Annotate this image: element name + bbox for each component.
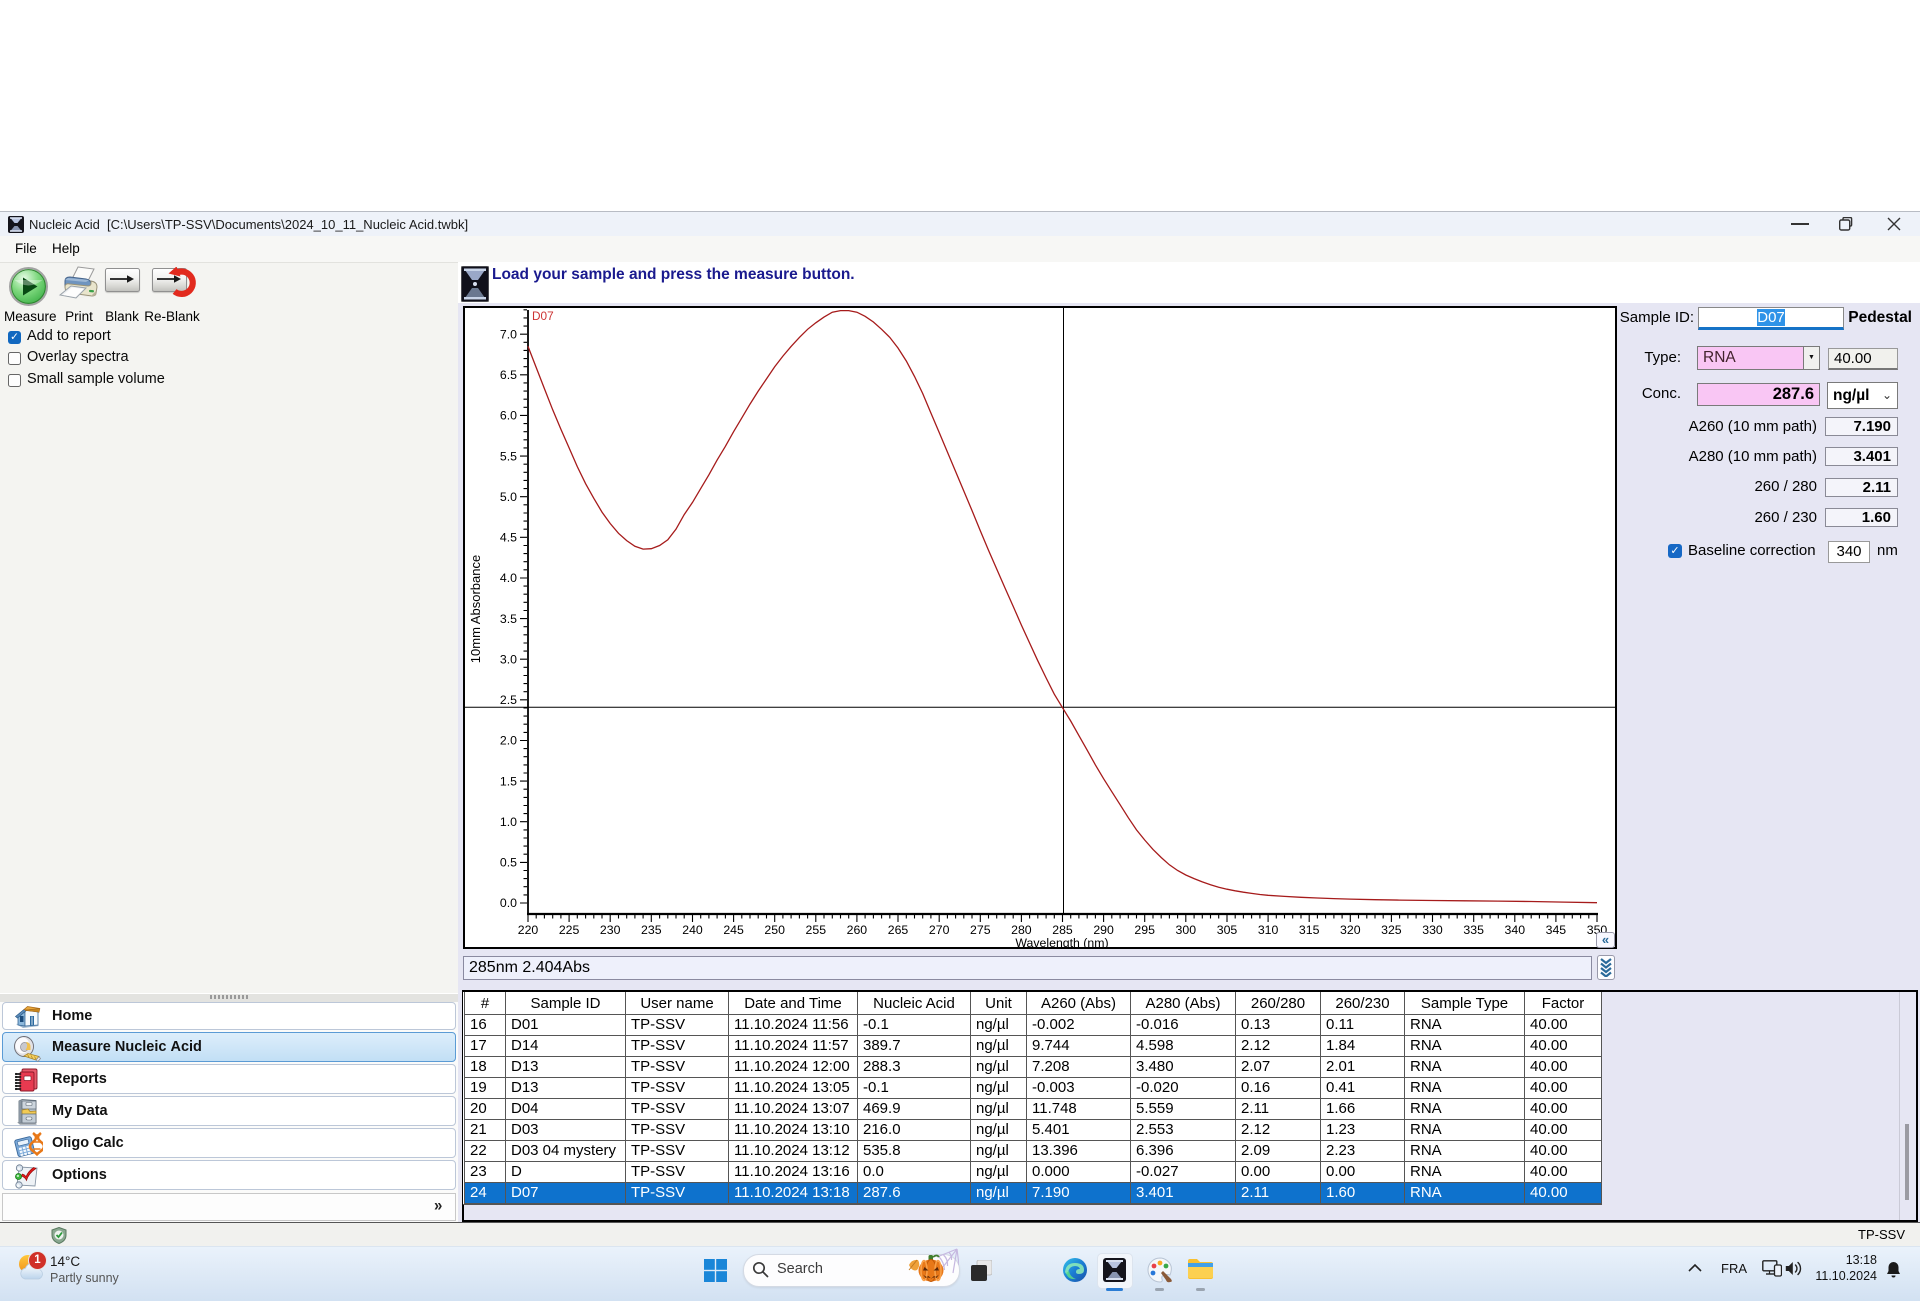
svg-text:3.0: 3.0 xyxy=(500,652,517,666)
svg-text:235: 235 xyxy=(641,923,662,937)
svg-text:4.5: 4.5 xyxy=(500,531,517,545)
svg-text:6.0: 6.0 xyxy=(500,409,517,423)
svg-text:0.5: 0.5 xyxy=(500,856,517,870)
svg-text:5.5: 5.5 xyxy=(500,449,517,463)
svg-text:10mm Absorbance: 10mm Absorbance xyxy=(468,555,483,663)
svg-text:275: 275 xyxy=(970,923,991,937)
svg-text:2.5: 2.5 xyxy=(500,693,517,707)
svg-text:Wavelength (nm): Wavelength (nm) xyxy=(1015,936,1108,949)
svg-text:310: 310 xyxy=(1258,923,1279,937)
svg-text:D07: D07 xyxy=(532,309,554,323)
svg-text:280: 280 xyxy=(1011,923,1032,937)
svg-text:335: 335 xyxy=(1463,923,1484,937)
svg-text:255: 255 xyxy=(806,923,827,937)
svg-text:3.5: 3.5 xyxy=(500,612,517,626)
svg-text:345: 345 xyxy=(1546,923,1567,937)
svg-text:320: 320 xyxy=(1340,923,1361,937)
svg-text:4.0: 4.0 xyxy=(500,571,517,585)
svg-text:330: 330 xyxy=(1422,923,1443,937)
svg-text:260: 260 xyxy=(847,923,868,937)
svg-text:0.0: 0.0 xyxy=(500,896,517,910)
svg-text:340: 340 xyxy=(1505,923,1526,937)
svg-text:300: 300 xyxy=(1176,923,1197,937)
svg-text:240: 240 xyxy=(682,923,703,937)
svg-text:295: 295 xyxy=(1134,923,1155,937)
svg-text:250: 250 xyxy=(764,923,785,937)
svg-text:230: 230 xyxy=(600,923,621,937)
svg-text:325: 325 xyxy=(1381,923,1402,937)
svg-text:225: 225 xyxy=(559,923,580,937)
svg-text:265: 265 xyxy=(888,923,909,937)
svg-text:7.0: 7.0 xyxy=(500,327,517,341)
svg-text:220: 220 xyxy=(518,923,539,937)
svg-text:6.5: 6.5 xyxy=(500,368,517,382)
svg-text:305: 305 xyxy=(1217,923,1238,937)
svg-text:285: 285 xyxy=(1052,923,1073,937)
svg-text:1.5: 1.5 xyxy=(500,774,517,788)
svg-text:5.0: 5.0 xyxy=(500,490,517,504)
svg-text:290: 290 xyxy=(1093,923,1114,937)
svg-text:315: 315 xyxy=(1299,923,1320,937)
svg-text:270: 270 xyxy=(929,923,950,937)
svg-text:1.0: 1.0 xyxy=(500,815,517,829)
svg-text:245: 245 xyxy=(723,923,744,937)
svg-text:2.0: 2.0 xyxy=(500,734,517,748)
